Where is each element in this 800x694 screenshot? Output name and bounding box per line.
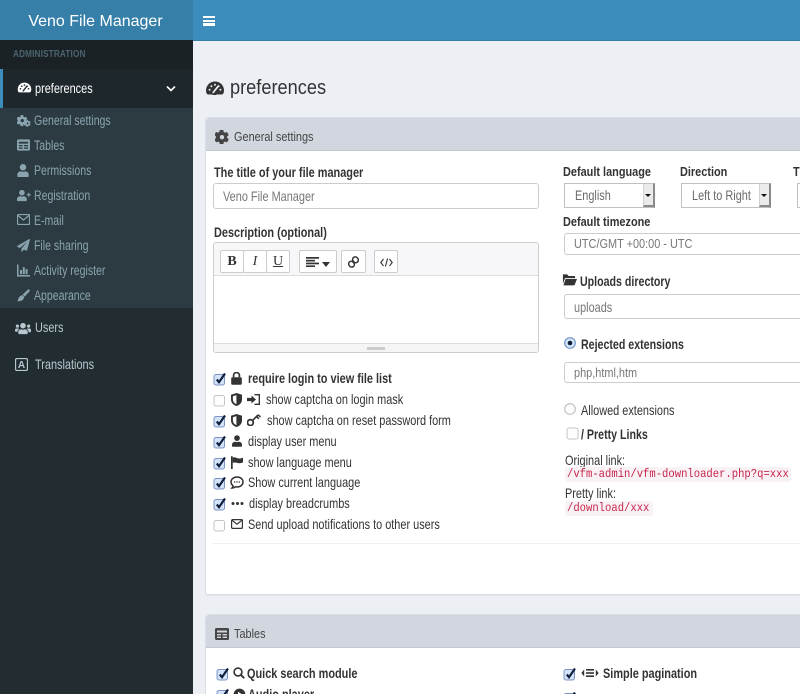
svg-text:A: A [18,360,25,371]
